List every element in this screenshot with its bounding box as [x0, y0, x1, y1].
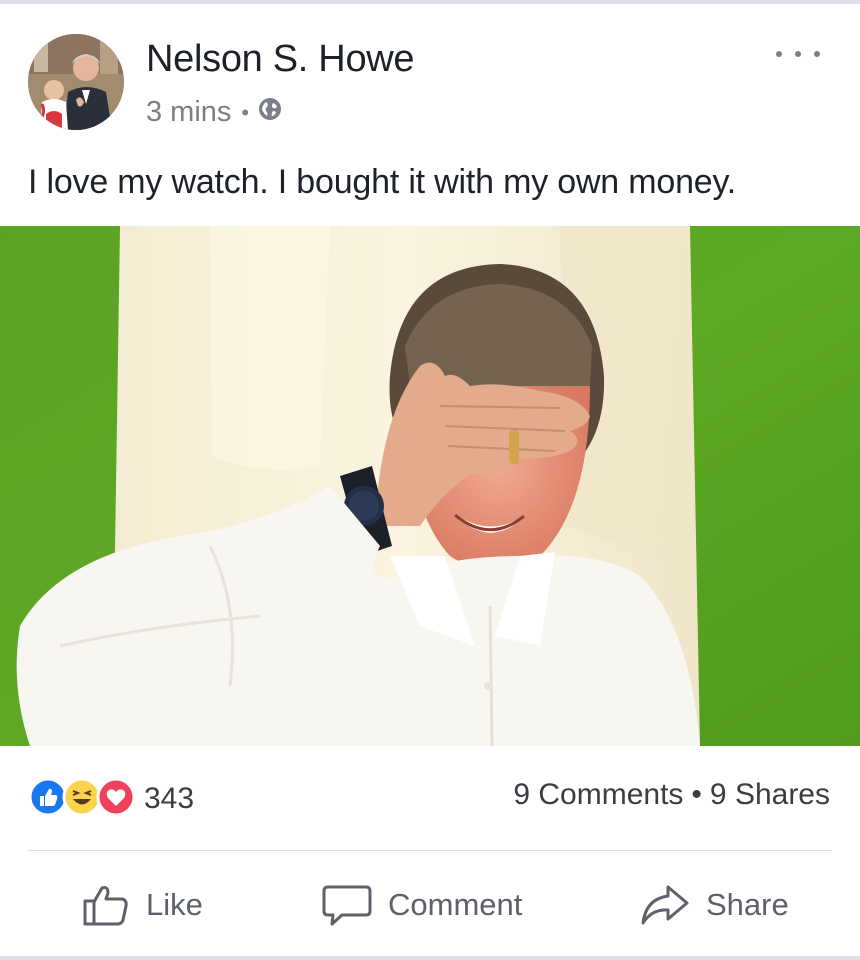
reaction-summary[interactable]: 343 — [28, 775, 194, 823]
meta-separator: • — [241, 99, 250, 125]
author-name[interactable]: Nelson S. Howe — [146, 38, 415, 81]
more-options-icon[interactable] — [776, 42, 820, 66]
like-label: Like — [146, 887, 203, 922]
thumbs-up-icon — [83, 886, 128, 926]
avatar[interactable] — [28, 34, 124, 130]
share-label: Share — [706, 887, 789, 922]
share-arrow-icon — [641, 885, 689, 925]
post-timestamp[interactable]: 3 mins — [146, 96, 231, 129]
post-header: Nelson S. Howe 3 mins • — [0, 4, 860, 134]
post-text: I love my watch. I bought it with my own… — [28, 163, 737, 201]
divider — [28, 850, 832, 851]
comment-label: Comment — [388, 887, 523, 922]
reaction-count: 343 — [144, 782, 195, 815]
love-reaction-icon — [96, 777, 136, 822]
share-button[interactable]: Share — [640, 880, 789, 930]
stats-separator: • — [691, 778, 702, 811]
post-meta: 3 mins • — [146, 96, 282, 129]
comment-icon — [322, 885, 372, 926]
comments-count[interactable]: 9 Comments — [513, 778, 683, 811]
bottom-separator — [0, 956, 860, 960]
globe-icon — [258, 96, 282, 129]
man-covering-eyes-photo[interactable] — [0, 226, 860, 746]
like-button[interactable]: Like — [82, 880, 203, 930]
shares-count[interactable]: 9 Shares — [710, 778, 830, 811]
comment-button[interactable]: Comment — [322, 880, 522, 930]
engagement-stats: 9 Comments • 9 Shares — [513, 778, 830, 812]
